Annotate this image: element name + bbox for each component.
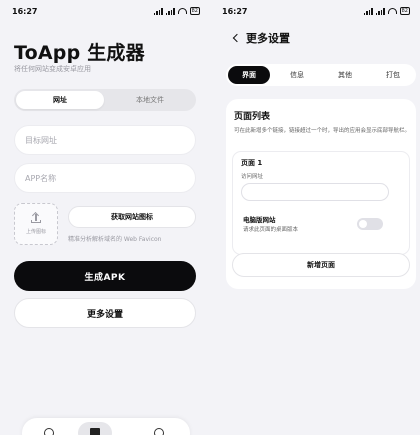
page-list-card: 页面列表 可在此新增多个链接，链接超过一个时，导出的应用会显示底部导航栏。 页面… xyxy=(226,99,416,289)
header: 更多设置 xyxy=(232,30,290,46)
nav-home-icon[interactable] xyxy=(44,428,54,435)
settings-tabs: 界面 信息 其他 打包 xyxy=(226,64,416,86)
target-url-input[interactable]: 目标网址 xyxy=(14,125,196,155)
fetch-favicon-button[interactable]: 获取网站图标 xyxy=(68,206,196,228)
tab-info[interactable]: 信息 xyxy=(276,66,318,84)
card-description: 可在此新增多个链接，链接超过一个时，导出的应用会显示底部导航栏。 xyxy=(234,128,411,134)
desktop-site-title: 电脑版网站 xyxy=(243,216,276,224)
add-page-button[interactable]: 新增页面 xyxy=(232,253,410,277)
page-item-title: 页面 1 xyxy=(241,159,263,167)
app-subtitle: 将任何网站变成安卓应用 xyxy=(14,65,91,73)
card-title: 页面列表 xyxy=(234,112,271,122)
segment-url[interactable]: 网址 xyxy=(16,91,104,109)
page-url-input[interactable] xyxy=(241,183,389,201)
generate-apk-button[interactable]: 生成APK xyxy=(14,261,196,291)
nav-profile-icon[interactable] xyxy=(154,428,164,435)
more-settings-button[interactable]: 更多设置 xyxy=(14,298,196,328)
upload-icon xyxy=(31,213,41,223)
source-segmented-control: 网址 本地文件 xyxy=(14,89,196,111)
status-icons: 82 xyxy=(143,7,200,15)
url-label: 访问网址 xyxy=(241,174,264,180)
segment-local-file[interactable]: 本地文件 xyxy=(106,91,194,109)
tab-package[interactable]: 打包 xyxy=(372,66,414,84)
signal-icon xyxy=(363,7,373,15)
battery-icon: 82 xyxy=(189,7,200,15)
page-title: 更多设置 xyxy=(246,32,290,45)
status-icons: 82 xyxy=(353,7,410,15)
app-name-input[interactable]: APP名称 xyxy=(14,163,196,193)
upload-label: 上传图标 xyxy=(25,229,46,235)
status-bar: 16:27 82 xyxy=(0,0,210,22)
back-icon[interactable] xyxy=(232,33,242,43)
wifi-icon xyxy=(177,8,187,14)
wifi-icon xyxy=(387,8,397,14)
status-bar: 16:27 82 xyxy=(210,0,420,22)
signal-icon-2 xyxy=(375,7,385,15)
upload-icon-button[interactable]: 上传图标 xyxy=(14,203,58,245)
desktop-site-desc: 请求此页面的桌面版本 xyxy=(243,227,299,233)
tab-other[interactable]: 其他 xyxy=(324,66,366,84)
settings-screen: 16:27 82 更多设置 界面 信息 其他 打包 页面列表 可在此新增多个链接… xyxy=(210,0,420,435)
fetch-hint: 精准分析解析域名的 Web Favicon xyxy=(68,236,162,243)
desktop-site-toggle[interactable] xyxy=(357,218,383,230)
status-time: 16:27 xyxy=(12,6,38,16)
bottom-nav xyxy=(22,418,190,435)
tab-interface[interactable]: 界面 xyxy=(228,66,270,84)
signal-icon xyxy=(153,7,163,15)
nav-build-icon[interactable] xyxy=(78,422,112,435)
app-title: ToApp 生成器 xyxy=(14,42,145,64)
signal-icon-2 xyxy=(165,7,175,15)
battery-icon: 82 xyxy=(399,7,410,15)
generator-screen: 16:27 82 ToApp 生成器 将任何网站变成安卓应用 网址 本地文件 目… xyxy=(0,0,210,435)
status-time: 16:27 xyxy=(222,6,248,16)
page-item: 页面 1 访问网址 电脑版网站 请求此页面的桌面版本 xyxy=(232,151,410,255)
